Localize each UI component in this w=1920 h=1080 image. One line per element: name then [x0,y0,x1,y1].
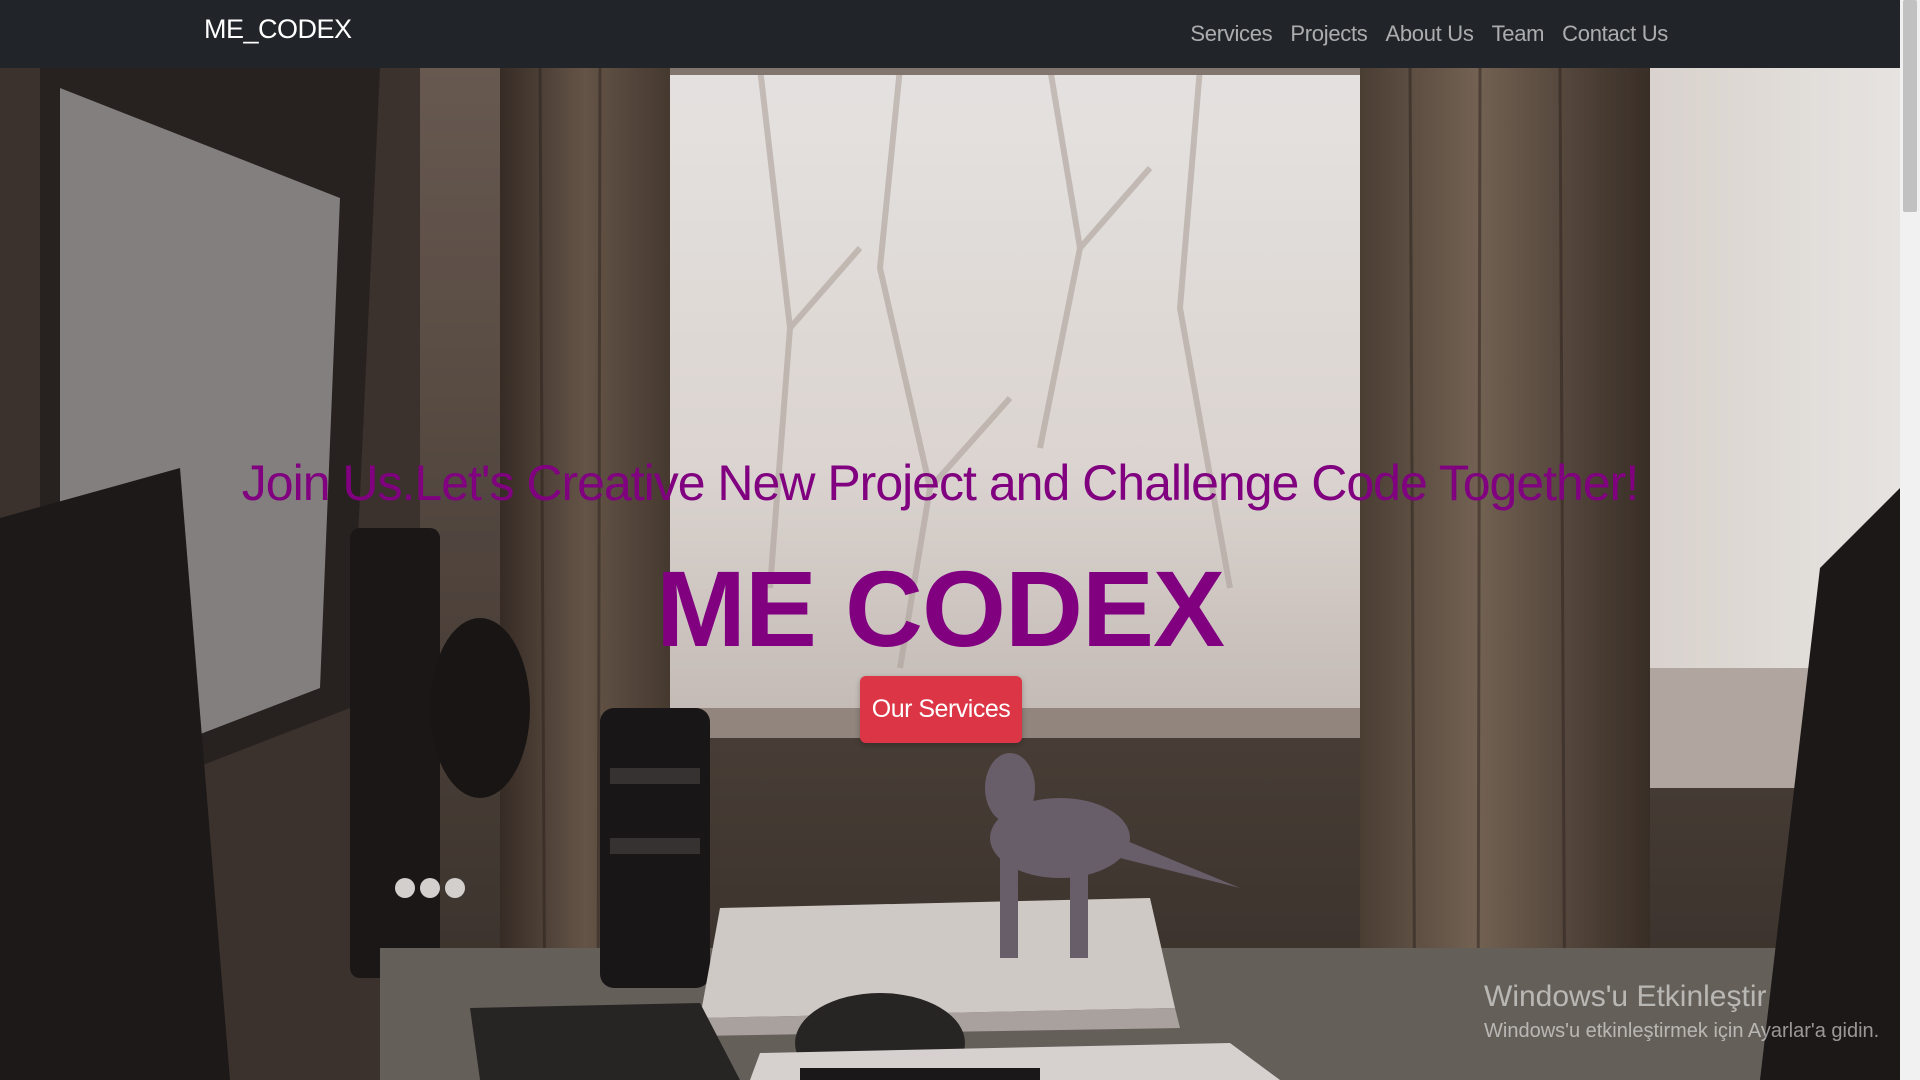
scrollbar-thumb[interactable] [1903,0,1917,212]
page: ME_CODEX Services Projects About Us Team… [0,0,1920,1080]
hero-content: Join Us.Let's Creative New Project and C… [0,68,1900,1080]
navbar: ME_CODEX Services Projects About Us Team… [0,0,1900,68]
windows-activation-watermark: Windows'u Etkinleştir Windows'u etkinleş… [1484,980,1879,1043]
watermark-subtitle: Windows'u etkinleştirmek için Ayarlar'a … [1484,1020,1880,1042]
hero-section: Join Us.Let's Creative New Project and C… [0,68,1900,1080]
nav-link-about-us[interactable]: About Us [1385,21,1473,47]
nav-link-services[interactable]: Services [1190,21,1272,47]
hero-title: ME CODEX [655,548,1225,669]
brand-link[interactable]: ME_CODEX [204,14,352,45]
our-services-button[interactable]: Our Services [860,676,1022,743]
nav-link-projects[interactable]: Projects [1290,21,1367,47]
nav-links: Services Projects About Us Team Contact … [1190,0,1668,68]
nav-link-contact-us[interactable]: Contact Us [1562,21,1668,47]
page-scrollbar[interactable] [1900,0,1920,1080]
hero-tagline: Join Us.Let's Creative New Project and C… [241,455,1639,511]
nav-link-team[interactable]: Team [1492,21,1545,47]
watermark-title: Windows'u Etkinleştir [1484,980,1767,1013]
